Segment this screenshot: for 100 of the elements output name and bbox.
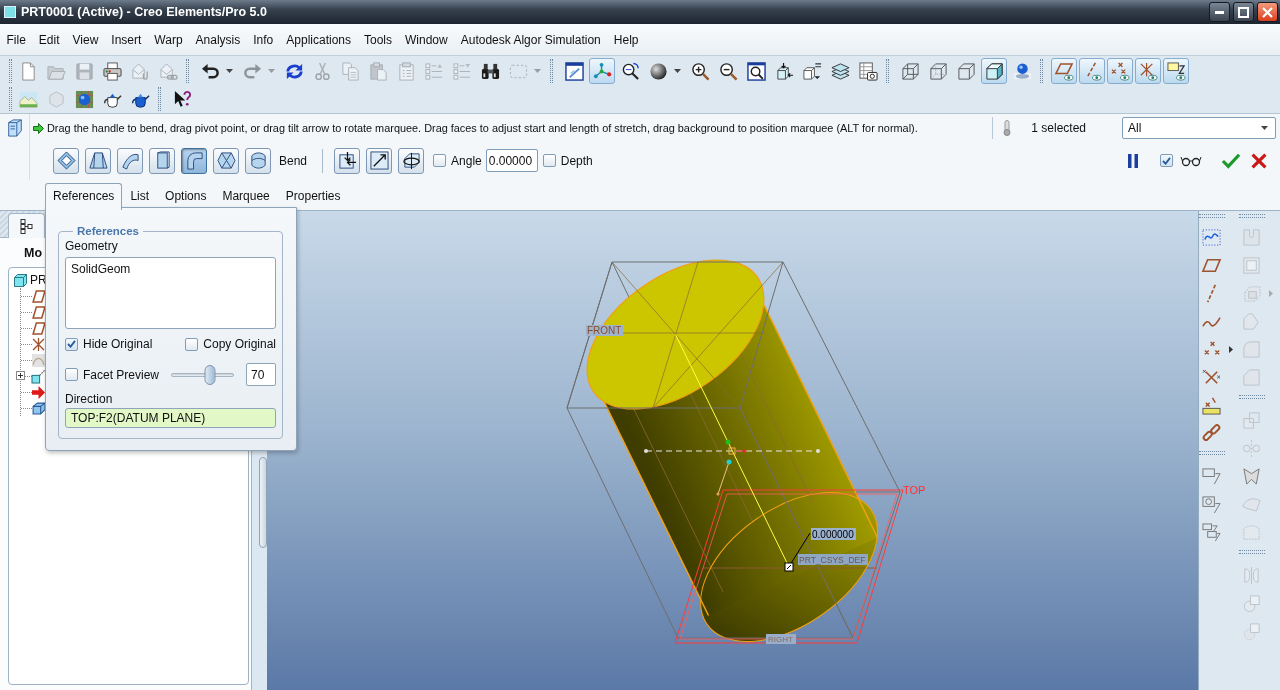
- solidify-icon: [1242, 621, 1261, 641]
- squares-icon: [1242, 410, 1261, 430]
- points-eye-icon: [1110, 61, 1130, 81]
- warp-mode-button[interactable]: [85, 147, 111, 174]
- panel-title: Mo: [24, 245, 43, 260]
- tick-icon: [67, 340, 76, 348]
- menu-item[interactable]: Info: [246, 28, 280, 51]
- plane-display-button[interactable]: [1051, 58, 1077, 84]
- tab[interactable]: List: [122, 183, 158, 210]
- sketch-icon: [32, 353, 45, 367]
- direction-field[interactable]: TOP:F2(DATUM PLANE): [65, 408, 276, 428]
- axis-display-button[interactable]: [1079, 58, 1105, 84]
- plane-icon: [32, 305, 45, 319]
- orbit-icon: [401, 151, 421, 170]
- draft-icon: [1242, 311, 1261, 331]
- cube-list-icon: [802, 61, 822, 81]
- filter-dropdown[interactable]: All: [1122, 117, 1276, 139]
- envelope-chain-icon: [158, 61, 178, 81]
- list-item[interactable]: SolidGeom: [71, 261, 270, 277]
- facet-input[interactable]: 70: [246, 363, 276, 386]
- checkbox[interactable]: [65, 337, 78, 351]
- maximize-icon: [1238, 6, 1249, 18]
- checkbox[interactable]: [65, 368, 78, 381]
- tab[interactable]: References: [45, 183, 123, 210]
- chamfer-icon: [1242, 367, 1261, 387]
- csys-icon: [1202, 367, 1221, 387]
- menu-item[interactable]: Insert: [104, 28, 148, 51]
- model-tree-tab[interactable]: [8, 213, 45, 238]
- csys-display-button[interactable]: [1135, 58, 1161, 84]
- plane-icon: [32, 321, 45, 335]
- clipboard-icon: [368, 61, 388, 81]
- tab[interactable]: Marquee: [214, 183, 278, 210]
- maximize-button[interactable]: [1233, 2, 1254, 22]
- menu-item[interactable]: File: [0, 28, 33, 51]
- undo-icon: [201, 61, 220, 81]
- binoculars-icon: [480, 61, 500, 81]
- tick-icon: [1162, 156, 1171, 165]
- menu-item[interactable]: Applications: [279, 28, 358, 51]
- checkbox-label: Hide Original: [83, 337, 153, 351]
- list-arrow-icon: [424, 61, 444, 81]
- geometry-list[interactable]: SolidGeom: [65, 257, 276, 329]
- flyout-arrow-icon: [1269, 289, 1273, 297]
- menu-item[interactable]: View: [66, 28, 105, 51]
- checkbox[interactable]: [1160, 154, 1173, 167]
- checkbox[interactable]: [542, 154, 556, 167]
- angle-input[interactable]: 0.00000: [485, 149, 538, 172]
- magnifier-window-icon: [746, 61, 766, 81]
- layers-icon: [830, 61, 850, 81]
- tab[interactable]: Options: [157, 183, 215, 210]
- notes-icon: [1202, 522, 1221, 542]
- move-button[interactable]: [334, 147, 361, 174]
- menu-item[interactable]: Tools: [357, 28, 399, 51]
- shading-button[interactable]: [981, 58, 1007, 84]
- caret-icon: [226, 69, 233, 73]
- slot-block-icon: [1242, 227, 1261, 247]
- envelope-clip-icon: [130, 61, 150, 81]
- sculpt-icon: [248, 151, 268, 170]
- close-icon: [1262, 6, 1273, 18]
- annotation-display-button[interactable]: [1163, 58, 1189, 84]
- datum-label: RIGHT: [766, 634, 796, 644]
- point-display-button[interactable]: [1107, 58, 1133, 84]
- field-label: Geometry: [65, 238, 119, 254]
- redo-icon: [243, 61, 262, 81]
- checkbox[interactable]: [433, 154, 447, 167]
- bend-button[interactable]: [181, 147, 207, 174]
- twist-icon: [216, 151, 236, 170]
- spine-button[interactable]: [117, 147, 143, 174]
- menu-item[interactable]: Edit: [32, 28, 67, 51]
- scale-button[interactable]: [366, 147, 393, 174]
- slider-thumb[interactable]: [204, 364, 216, 385]
- transform-button[interactable]: [53, 147, 79, 174]
- dimension-label: 0.000000: [811, 528, 856, 540]
- diamond-icon: [56, 151, 76, 170]
- menu-item[interactable]: Help: [607, 28, 645, 51]
- note-arrow-icon: [1202, 466, 1221, 486]
- splitter-handle[interactable]: [259, 457, 267, 548]
- checkbox[interactable]: [185, 337, 199, 351]
- minimize-button[interactable]: [1209, 2, 1230, 22]
- menu-item[interactable]: Window: [398, 28, 455, 51]
- menu-item[interactable]: Analysis: [189, 28, 247, 51]
- zoom-in-icon: [690, 61, 710, 81]
- sculpt-button[interactable]: [245, 147, 271, 174]
- stretch-button[interactable]: [149, 147, 175, 174]
- landscape-icon: [18, 89, 38, 109]
- caret-icon: [268, 69, 275, 73]
- status-message: Drag the handle to bend, drag pivot point, or drag tilt arrow to rotate marquee. Drag faces to adjust start and length of stretch, drag background to position marquee (ALT for normal).: [47, 122, 918, 134]
- wireframe-cube-icon: [900, 61, 920, 81]
- menu-item[interactable]: Autodesk Algor Simulation: [454, 28, 608, 51]
- caret-icon: [674, 69, 681, 73]
- trapezoid-icon: [88, 151, 108, 170]
- twist-button[interactable]: [213, 147, 239, 174]
- chain-icon: [1202, 423, 1221, 443]
- note-eye-icon: [1166, 61, 1186, 81]
- close-button[interactable]: [1257, 2, 1278, 22]
- tab[interactable]: Properties: [277, 183, 349, 210]
- menu-item[interactable]: Warp: [147, 28, 190, 51]
- datum-label: PRT_CSYS_DEF: [798, 554, 868, 565]
- rotate-button[interactable]: [398, 147, 425, 174]
- tree-icon: [19, 218, 34, 234]
- expand-icon[interactable]: [16, 371, 25, 380]
